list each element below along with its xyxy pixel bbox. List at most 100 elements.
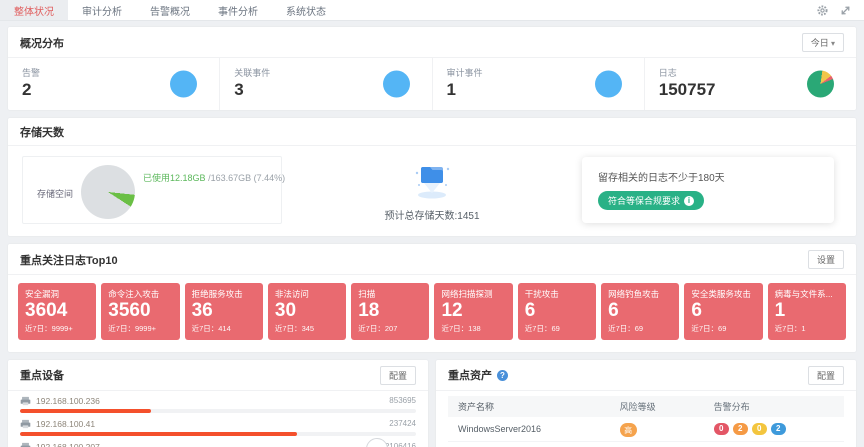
recent-label: 近7日： [775, 324, 802, 333]
recent-label: 近7日： [192, 324, 219, 333]
tab-label: 审计分析 [82, 3, 122, 18]
storage-days-panel: 预计总存储天数:1451 [294, 159, 570, 222]
fullscreen-icon[interactable] [839, 4, 852, 17]
compliance-badge[interactable]: 符合等保合规要求 [598, 191, 704, 210]
events-circle-icon [383, 71, 410, 98]
log-card-name: 网络扫描探测 [441, 288, 505, 300]
recent-value: 138 [468, 324, 481, 333]
stat-logs[interactable]: 日志 150757 [645, 58, 856, 110]
key-devices-section: 重点设备 配置 192.168.100.236 853695 [8, 360, 428, 447]
recent-label: 近7日： [691, 324, 718, 333]
recent-value: 414 [218, 324, 231, 333]
log-card-value: 12 [441, 300, 505, 323]
recent-value: 1 [801, 324, 805, 333]
recent-label: 近7日： [608, 324, 635, 333]
compliance-badge-label: 符合等保合规要求 [608, 194, 680, 207]
log-card-recent: 近7日：414 [192, 323, 256, 334]
assets-config-button[interactable]: 配置 [808, 366, 844, 385]
stat-correlated-events[interactable]: 关联事件 3 [220, 58, 432, 110]
log-card-value: 6 [691, 300, 755, 323]
device-list: 192.168.100.236 853695 192.168.100.41 23… [8, 391, 428, 447]
log-card-name: 扫描 [358, 288, 422, 300]
log-card-recent: 近7日：207 [358, 323, 422, 334]
device-ip: 192.168.100.41 [36, 419, 95, 429]
log-card-recent: 近7日：1 [775, 323, 839, 334]
recent-label: 近7日： [525, 324, 552, 333]
recent-value: 9999+ [52, 324, 73, 333]
device-count: 237424 [389, 419, 416, 428]
tab-system-status[interactable]: 系统状态 [272, 0, 340, 20]
tab-audit-analysis[interactable]: 审计分析 [68, 0, 136, 20]
device-icon [20, 419, 31, 429]
log-card[interactable]: 命令注入攻击 3560 近7日：9999+ [101, 283, 179, 340]
assets-title: 重点资产 [448, 367, 492, 383]
log-card[interactable]: 拒绝服务攻击 36 近7日：414 [185, 283, 263, 340]
stat-audit-events[interactable]: 审计事件 1 [433, 58, 645, 110]
tab-event-analysis[interactable]: 事件分析 [204, 0, 272, 20]
log-card-recent: 近7日：9999+ [25, 323, 89, 334]
log-card[interactable]: 干扰攻击 6 近7日：69 [518, 283, 596, 340]
log-card-recent: 近7日：345 [275, 323, 339, 334]
log-card[interactable]: 扫描 18 近7日：207 [351, 283, 429, 340]
alerts-circle-icon [170, 71, 197, 98]
asset-table-header: 资产名称 风险等级 告警分布 [448, 396, 844, 417]
help-icon[interactable] [497, 370, 508, 381]
compliance-panel: 留存相关的日志不少于180天 符合等保合规要求 [582, 157, 834, 223]
log-card-recent: 近7日：69 [608, 323, 672, 334]
overview-section: 概况分布 今日 告警 2 关联事件 3 审计事件 1 日志 [8, 27, 856, 110]
header-risk-level: 风险等级 [620, 400, 714, 413]
tabbar-actions [816, 0, 864, 20]
log-card-value: 3560 [108, 300, 172, 323]
storage-space-label: 存储空间 [37, 187, 73, 200]
log-card-value: 1 [775, 300, 839, 323]
storage-days-text: 预计总存储天数:1451 [384, 207, 479, 222]
recent-label: 近7日： [25, 324, 52, 333]
storage-usage-text: 已使用12.18GB /163.67GB (7.44%) [143, 171, 285, 184]
gear-icon[interactable] [816, 4, 829, 17]
info-icon [684, 196, 694, 206]
log-card[interactable]: 网络扫描探测 12 近7日：138 [434, 283, 512, 340]
key-assets-section: 重点资产 配置 资产名称 风险等级 告警分布 WindowsServer2016… [436, 360, 856, 447]
log-card[interactable]: 网络钓鱼攻击 6 近7日：69 [601, 283, 679, 340]
top10-settings-button[interactable]: 设置 [808, 250, 844, 269]
log-card[interactable]: 非法访问 30 近7日：345 [268, 283, 346, 340]
storage-used-text: 已使用12.18GB [143, 173, 206, 183]
top10-title: 重点关注日志Top10 [20, 252, 118, 268]
recent-value: 69 [551, 324, 559, 333]
top10-cards: 安全漏洞 3604 近7日：9999+ 命令注入攻击 3560 近7日：9999… [8, 275, 856, 352]
tab-alert-overview[interactable]: 告警概况 [136, 0, 204, 20]
recent-label: 近7日： [275, 324, 302, 333]
recent-value: 69 [718, 324, 726, 333]
date-filter-dropdown[interactable]: 今日 [802, 33, 844, 52]
recent-value: 207 [385, 324, 398, 333]
device-row[interactable]: 192.168.100.41 237424 [20, 419, 416, 436]
log-card-name: 安全漏洞 [25, 288, 89, 300]
storage-space-panel: 存储空间 已使用12.18GB /163.67GB (7.44%) [22, 156, 282, 224]
tab-label: 事件分析 [218, 3, 258, 18]
device-row[interactable]: 192.168.100.236 853695 [20, 396, 416, 413]
tab-label: 告警概况 [150, 3, 190, 18]
log-card[interactable]: 病毒与文件系... 1 近7日：1 [768, 283, 846, 340]
device-count: 2106416 [385, 442, 416, 447]
overview-stats: 告警 2 关联事件 3 审计事件 1 日志 150757 [8, 58, 856, 110]
device-row[interactable]: 192.168.100.207 2106416 [20, 442, 416, 447]
log-card-name: 干扰攻击 [525, 288, 589, 300]
asset-row[interactable]: UAC 高 0 2 0 0 [448, 442, 844, 447]
tab-overall-status[interactable]: 整体状况 [0, 0, 68, 20]
device-icon [20, 396, 31, 406]
log-card[interactable]: 安全漏洞 3604 近7日：9999+ [18, 283, 96, 340]
top10-logs-section: 重点关注日志Top10 设置 安全漏洞 3604 近7日：9999+ 命令注入攻… [8, 244, 856, 352]
log-card-name: 网络钓鱼攻击 [608, 288, 672, 300]
badge-low: 2 [771, 423, 786, 435]
log-card-name: 命令注入攻击 [108, 288, 172, 300]
asset-table: 资产名称 风险等级 告警分布 WindowsServer2016 高 0 2 0… [436, 391, 856, 447]
asset-row[interactable]: WindowsServer2016 高 0 2 0 2 [448, 417, 844, 442]
log-card[interactable]: 安全类服务攻击 6 近7日：69 [684, 283, 762, 340]
log-card-recent: 近7日：69 [691, 323, 755, 334]
audit-circle-icon [595, 71, 622, 98]
storage-title: 存储天数 [20, 124, 64, 140]
log-card-recent: 近7日：138 [441, 323, 505, 334]
asset-name: WindowsServer2016 [458, 424, 620, 434]
stat-alerts[interactable]: 告警 2 [8, 58, 220, 110]
devices-config-button[interactable]: 配置 [380, 366, 416, 385]
